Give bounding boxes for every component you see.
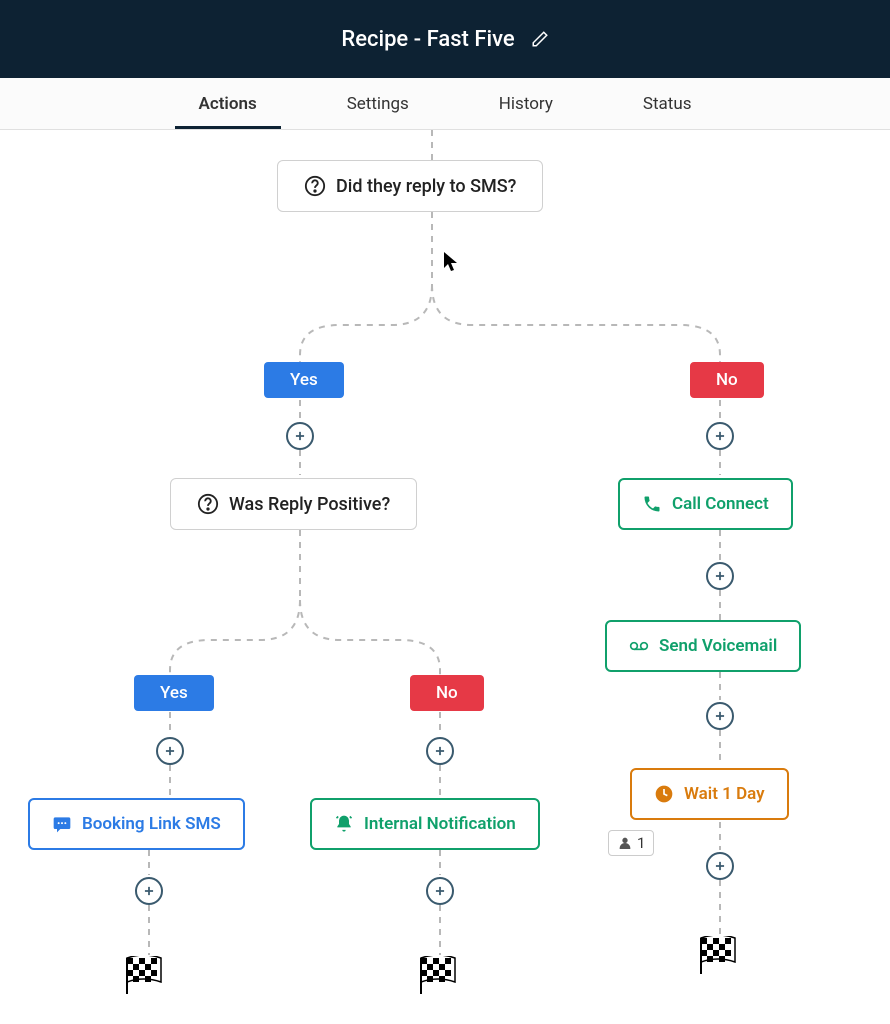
add-button[interactable] (706, 562, 734, 590)
add-button[interactable] (426, 877, 454, 905)
action-call-connect[interactable]: Call Connect (618, 478, 793, 530)
add-button[interactable] (135, 877, 163, 905)
add-button[interactable] (706, 852, 734, 880)
cursor-icon (444, 252, 458, 272)
voicemail-icon (629, 636, 649, 656)
action-booking-link-sms[interactable]: Booking Link SMS (28, 798, 245, 850)
action-internal-notification[interactable]: Internal Notification (310, 798, 540, 850)
branch-yes-2[interactable]: Yes (134, 675, 214, 711)
page-header: Recipe - Fast Five (0, 0, 890, 78)
finish-flag-icon (418, 956, 458, 994)
bell-icon (334, 814, 354, 834)
finish-flag-icon (124, 956, 164, 994)
action-label: Call Connect (672, 494, 769, 514)
add-button[interactable] (426, 737, 454, 765)
tab-bar: Actions Settings History Status (0, 78, 890, 130)
tab-actions[interactable]: Actions (199, 80, 257, 128)
tab-history[interactable]: History (499, 80, 553, 128)
phone-icon (642, 494, 662, 514)
action-label: Booking Link SMS (82, 814, 221, 834)
person-count-badge[interactable]: 1 (608, 830, 654, 856)
add-button[interactable] (286, 422, 314, 450)
tab-status[interactable]: Status (643, 80, 692, 128)
action-label: Internal Notification (364, 814, 516, 834)
decision-label: Did they reply to SMS? (336, 176, 516, 197)
sms-icon (52, 814, 72, 834)
question-icon (304, 175, 326, 197)
person-count: 1 (637, 834, 645, 852)
tab-settings[interactable]: Settings (347, 80, 409, 128)
person-icon (617, 835, 633, 851)
action-label: Send Voicemail (659, 636, 777, 656)
add-button[interactable] (156, 737, 184, 765)
edit-icon[interactable] (531, 30, 549, 48)
branch-no-2[interactable]: No (410, 675, 484, 711)
page-title: Recipe - Fast Five (341, 27, 514, 52)
add-button[interactable] (706, 702, 734, 730)
finish-flag-icon (698, 936, 738, 974)
branch-no-1[interactable]: No (690, 362, 764, 398)
branch-yes-1[interactable]: Yes (264, 362, 344, 398)
action-wait-1-day[interactable]: Wait 1 Day (630, 768, 789, 820)
action-send-voicemail[interactable]: Send Voicemail (605, 620, 801, 672)
add-button[interactable] (706, 422, 734, 450)
decision-reply-positive[interactable]: Was Reply Positive? (170, 478, 417, 530)
decision-reply-sms[interactable]: Did they reply to SMS? (277, 160, 543, 212)
action-label: Wait 1 Day (684, 784, 765, 804)
decision-label: Was Reply Positive? (229, 494, 390, 515)
clock-icon (654, 784, 674, 804)
flow-canvas: Did they reply to SMS? Yes Was Reply Pos… (0, 130, 890, 1024)
question-icon (197, 493, 219, 515)
